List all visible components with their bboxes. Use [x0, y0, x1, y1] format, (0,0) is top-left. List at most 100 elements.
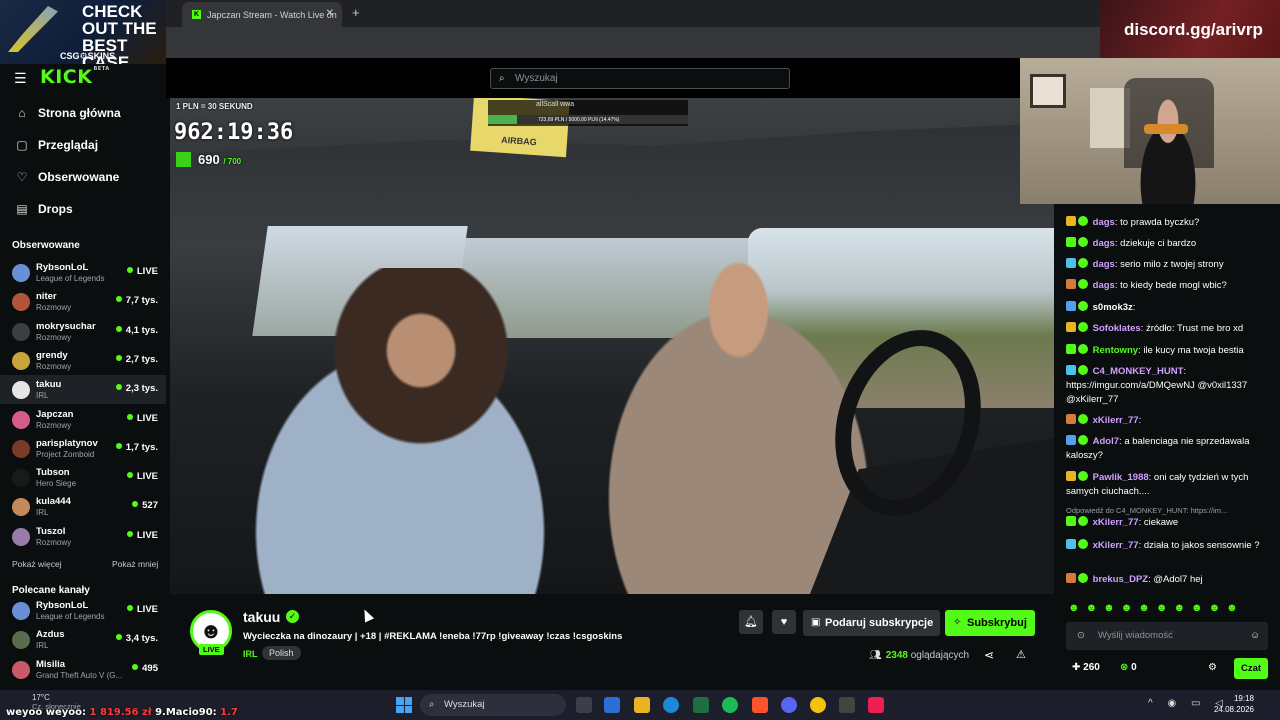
- hamburger-menu-icon[interactable]: ☰: [14, 70, 27, 87]
- tiktok-icon[interactable]: [868, 697, 884, 713]
- kick-favicon-icon: K: [192, 10, 201, 19]
- nav-home[interactable]: ⌂ Strona główna: [14, 106, 121, 120]
- chat-username[interactable]: C4_MONKEY_HUNT: [1093, 366, 1184, 377]
- chat-username[interactable]: xKilerr_77: [1093, 517, 1139, 528]
- discord-link-text: discord.gg/arivrp: [1124, 20, 1263, 39]
- chat-username[interactable]: brekus_DPZ: [1093, 574, 1148, 585]
- badge-icon: [1066, 258, 1076, 268]
- emote-bar[interactable]: ☻☻☻☻☻☻☻☻☻☻: [1068, 602, 1244, 614]
- taskbar-search-label: Wyszukaj: [444, 699, 485, 710]
- channel-viewers: 2,3 tys.: [116, 383, 158, 394]
- channel-name[interactable]: takuu: [243, 609, 280, 625]
- browser-tab[interactable]: K Japczan Stream - Watch Live on ✕: [182, 2, 342, 27]
- chat-username[interactable]: xKilerr_77: [1093, 415, 1139, 426]
- obs-icon[interactable]: [839, 697, 855, 713]
- taskbar-search[interactable]: ⌕ Wyszukaj: [420, 694, 566, 716]
- channel-row[interactable]: Misilia Grand Theft Auto V (G... 495: [0, 655, 166, 684]
- send-chat-button[interactable]: Czat: [1234, 658, 1268, 679]
- show-less-link[interactable]: Pokaż mniej: [112, 559, 158, 569]
- gift-subs-button[interactable]: ▣ Podaruj subskrypcje: [803, 610, 940, 636]
- emoji-icon[interactable]: ☺: [1250, 622, 1260, 650]
- nav-drops[interactable]: ▤ Drops: [14, 202, 73, 216]
- chat-username[interactable]: dags: [1093, 238, 1115, 249]
- stream-info: ☻ LIVE takuu ✓ Wycieczka na dinozaury | …: [166, 598, 1054, 690]
- excel-icon[interactable]: [693, 697, 709, 713]
- promo-banner[interactable]: CHECK OUT THE BEST CASE CSG⚙SKINS: [0, 0, 166, 64]
- chrome-icon[interactable]: [810, 697, 826, 713]
- kick-logo[interactable]: KICKBETA: [40, 66, 110, 88]
- new-tab-button[interactable]: +: [352, 5, 360, 20]
- share-icon[interactable]: ⋖: [984, 648, 994, 662]
- channel-avatar: [12, 602, 30, 620]
- channel-row[interactable]: Tubson Hero Siege LIVE: [0, 463, 166, 492]
- file-explorer-icon[interactable]: [634, 697, 650, 713]
- edge-icon[interactable]: [663, 697, 679, 713]
- chat-username[interactable]: Pawlik_1988: [1093, 472, 1149, 483]
- chat-message: dags: to prawda byczku?: [1066, 216, 1266, 230]
- chat-username[interactable]: dags: [1093, 217, 1115, 228]
- channel-row[interactable]: Tuszol Rozmowy LIVE: [0, 522, 166, 551]
- channel-row[interactable]: parisplatynov Project Zomboid 1,7 tys.: [0, 434, 166, 463]
- task-view-icon[interactable]: [576, 697, 592, 713]
- chat-message: dags: dziekuje ci bardzo: [1066, 237, 1266, 251]
- channel-row[interactable]: Azdus IRL 3,4 tys.: [0, 625, 166, 654]
- badge-icon: [1078, 216, 1088, 226]
- chat-input[interactable]: ⊙ Wyślij wiadomość ☺: [1066, 622, 1268, 650]
- stream-category[interactable]: IRL: [243, 649, 258, 659]
- chat-settings-gear-icon[interactable]: ⚙: [1208, 662, 1217, 673]
- nav-browse[interactable]: ▢ Przeglądaj: [14, 138, 98, 152]
- channel-row[interactable]: mokrysuchar Rozmowy 4,1 tys.: [0, 317, 166, 346]
- chat-message: Rentowny: ile kucy ma twoja bestia: [1066, 344, 1266, 358]
- channel-row[interactable]: Japczan Rozmowy LIVE: [0, 405, 166, 434]
- brave-icon[interactable]: [752, 697, 768, 713]
- address-bar[interactable]: [166, 27, 1100, 58]
- clock[interactable]: 19:18 24.08.2026: [1214, 693, 1254, 715]
- kicks-balance[interactable]: ⊗ 0: [1120, 662, 1137, 673]
- report-icon[interactable]: ⚠: [1016, 648, 1026, 661]
- nav-following[interactable]: ♡ Obserwowane: [14, 170, 120, 184]
- channel-avatar: [12, 631, 30, 650]
- channel-name: Tuszol: [36, 525, 66, 537]
- chat-username[interactable]: xKilerr_77: [1093, 540, 1139, 551]
- chat-username[interactable]: s0mok3z: [1093, 302, 1133, 313]
- badge-icon: [1078, 516, 1088, 526]
- channel-name: RybsonLoL: [36, 600, 89, 611]
- channel-row[interactable]: takuu IRL 2,3 tys.: [0, 375, 166, 405]
- channel-row[interactable]: grendy Rozmowy 2,7 tys.: [0, 346, 166, 375]
- channel-row[interactable]: kula444 IRL 527: [0, 492, 166, 521]
- follow-button[interactable]: ♥: [772, 610, 796, 634]
- store-icon[interactable]: [604, 697, 620, 713]
- nav-label: Drops: [38, 202, 73, 216]
- chat-username[interactable]: dags: [1093, 259, 1115, 270]
- nav-label: Strona główna: [38, 106, 121, 120]
- channel-row[interactable]: RybsonLoL League of Legends LIVE: [0, 258, 166, 287]
- subscribe-button[interactable]: ✧ Subskrybuj: [945, 610, 1035, 636]
- browser-chrome: K Japczan Stream - Watch Live on ✕ +: [166, 0, 1100, 58]
- kicks-value: 0: [1131, 662, 1137, 673]
- channel-avatar: [12, 381, 30, 400]
- chat-text: źródło: Trust me bro xd: [1145, 323, 1244, 334]
- channel-row[interactable]: niter Rozmowy 7,7 tys.: [0, 287, 166, 316]
- channel-row[interactable]: RybsonLoL League of Legends LIVE: [0, 596, 166, 625]
- channel-points[interactable]: ✚ 260: [1072, 662, 1100, 673]
- subscribe-label: Subskrybuj: [967, 617, 1027, 629]
- show-more-link[interactable]: Pokaż więcej: [12, 559, 62, 569]
- chat-username[interactable]: Adol7: [1093, 436, 1119, 447]
- stream-title: Wycieczka na dinozaury | +18 | #REKLAMA …: [243, 631, 623, 642]
- badge-icon: [1066, 279, 1076, 289]
- ticker-prefix: weyoo weyoo:: [6, 707, 87, 718]
- notification-bell-button[interactable]: 🔔︎: [739, 610, 763, 634]
- knife-image: [8, 6, 58, 52]
- video-player[interactable]: AIRBAG 1 PLN = 30 SEKUND 962:19:36 690 /…: [170, 98, 1054, 594]
- language-tag[interactable]: Polish: [262, 646, 301, 660]
- windows-start-icon[interactable]: [396, 697, 412, 713]
- chat-username[interactable]: dags: [1093, 280, 1115, 291]
- chat-username[interactable]: Rentowny: [1093, 345, 1138, 356]
- spotify-icon[interactable]: [722, 697, 738, 713]
- viewer-count: 👥︎ 2348 oglądających: [869, 650, 969, 661]
- discord-icon[interactable]: [781, 697, 797, 713]
- close-tab-icon[interactable]: ✕: [326, 8, 334, 19]
- passenger-figure: [190, 268, 610, 594]
- search-input[interactable]: ⌕ Wyszukaj: [490, 68, 790, 89]
- chat-username[interactable]: Sofoklates: [1093, 323, 1141, 334]
